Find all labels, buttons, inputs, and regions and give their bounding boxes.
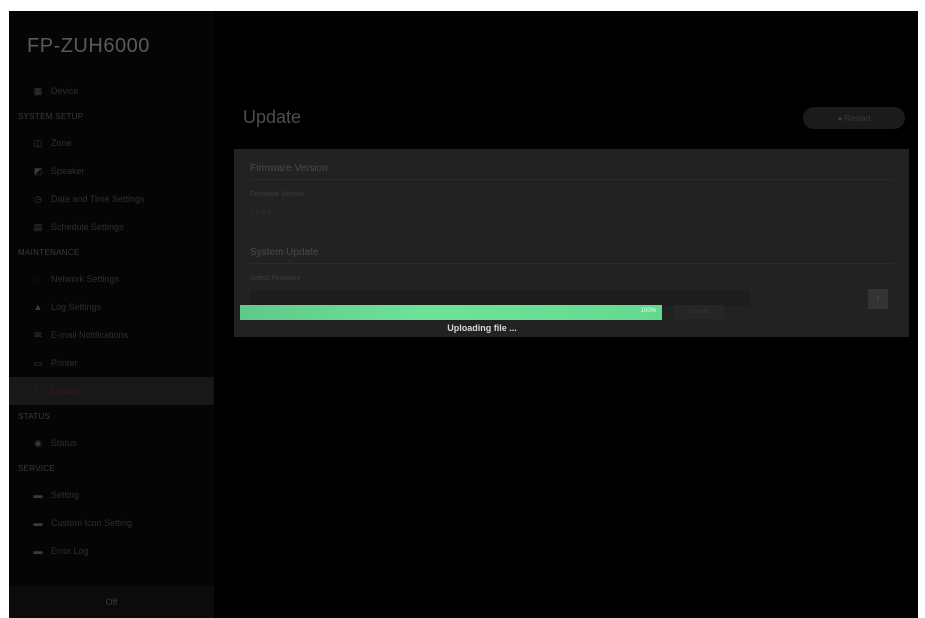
warning-icon: ▲ <box>33 302 43 312</box>
sidebar-item-label: Printer <box>51 358 78 368</box>
clock-icon: ◷ <box>34 194 42 204</box>
sidebar-section-title: STATUS <box>18 412 51 421</box>
folder-icon: ▬ <box>33 518 43 528</box>
sidebar-item-label: Status <box>51 438 77 448</box>
sidebar-item-setting[interactable]: ▬ Setting <box>9 481 214 509</box>
zone-icon: ◫ <box>33 138 43 148</box>
sidebar-item-error-log[interactable]: ▬ Error Log <box>9 537 214 565</box>
folder-icon: ▬ <box>33 546 43 556</box>
printer-icon: ▭ <box>33 358 43 368</box>
sidebar-item-status[interactable]: ◉ Status <box>9 429 214 457</box>
sidebar-item-label: Schedule Settings <box>51 222 124 232</box>
sidebar-item-printer[interactable]: ▭ Printer <box>9 349 214 377</box>
sidebar-item-label: Speaker <box>51 166 85 176</box>
upload-progress-bar: 100% <box>240 305 662 320</box>
sidebar-item-label: Update <box>51 386 81 396</box>
sidebar-section-title: SERVICE <box>18 464 56 473</box>
page-title: Update <box>243 107 302 127</box>
sidebar-item-schedule-settings[interactable]: ▤ Schedule Settings <box>9 213 214 241</box>
network-icon: ◌ <box>35 274 41 284</box>
select-firmware-label: Select Firmware <box>250 275 301 282</box>
sidebar-item-speaker[interactable]: ◩ Speaker <box>9 157 214 185</box>
app-window: FP-ZUH6000 ▦ Device SYSTEM SETUP ◫ Zone ◩ Spea… <box>9 11 918 618</box>
app-title: FP-ZUH6000 <box>27 35 150 57</box>
firmware-version-value: 1.0.0.0 <box>250 209 272 216</box>
sidebar-item-label: Error Log <box>51 546 89 556</box>
calendar-icon: ▤ <box>33 222 43 232</box>
divider <box>250 179 893 180</box>
upload-status-text: Uploading file ... <box>447 323 517 333</box>
sidebar-item-label: E-mail Notifications <box>51 330 129 340</box>
sidebar-nav: ▦ Device SYSTEM SETUP ◫ Zone ◩ Speaker ◷ Date an… <box>9 77 214 565</box>
sidebar-section-title: MAINTENANCE <box>18 248 80 257</box>
sidebar-item-network-settings[interactable]: ◌ Network Settings <box>9 265 214 293</box>
sidebar-item-update[interactable]: ↻ Update <box>9 377 214 405</box>
restart-button[interactable]: ● Restart <box>803 107 905 129</box>
sidebar-item-log-settings[interactable]: ▲ Log Settings <box>9 293 214 321</box>
progress-percent: 100% <box>640 308 656 314</box>
sidebar-item-label: Custom Icon Setting <box>51 518 133 528</box>
firmware-section-title: Firmware Version <box>250 163 328 174</box>
sidebar-item-device[interactable]: ▦ Device <box>9 77 214 105</box>
sidebar-item-label: Log Settings <box>51 302 102 312</box>
sidebar-item-label: Zone <box>51 138 72 148</box>
sidebar-item-zone[interactable]: ◫ Zone <box>9 129 214 157</box>
mail-icon: ✉ <box>34 330 42 340</box>
sidebar-item-label: Setting <box>51 490 80 500</box>
update-section-title: System Update <box>250 247 319 258</box>
grid-icon: ▦ <box>33 86 43 96</box>
upload-icon[interactable]: ↑ <box>868 289 888 309</box>
sidebar: FP-ZUH6000 ▦ Device SYSTEM SETUP ◫ Zone ◩ Spea… <box>9 11 214 618</box>
sidebar-item-label: Network Settings <box>51 274 120 284</box>
sidebar-item-label: Device <box>51 86 79 96</box>
progress-fill <box>240 305 662 320</box>
sidebar-item-custom-icon-setting[interactable]: ▬ Custom Icon Setting <box>9 509 214 537</box>
speaker-icon: ◩ <box>33 166 43 176</box>
divider <box>250 263 893 264</box>
firmware-field-label: Firmware Version <box>250 191 305 198</box>
sidebar-item-e-mail-notifications[interactable]: ✉ E-mail Notifications <box>9 321 214 349</box>
sidebar-section-title: SYSTEM SETUP <box>18 112 84 121</box>
sidebar-item-date-and-time-settings[interactable]: ◷ Date and Time Settings <box>9 185 214 213</box>
update-icon: ↻ <box>34 386 42 396</box>
folder-icon: ▬ <box>33 490 43 500</box>
sidebar-item-label: Date and Time Settings <box>51 194 145 204</box>
status-icon: ◉ <box>34 438 42 448</box>
update-button[interactable]: Update <box>674 305 724 319</box>
logout-button[interactable]: Off <box>9 586 214 618</box>
